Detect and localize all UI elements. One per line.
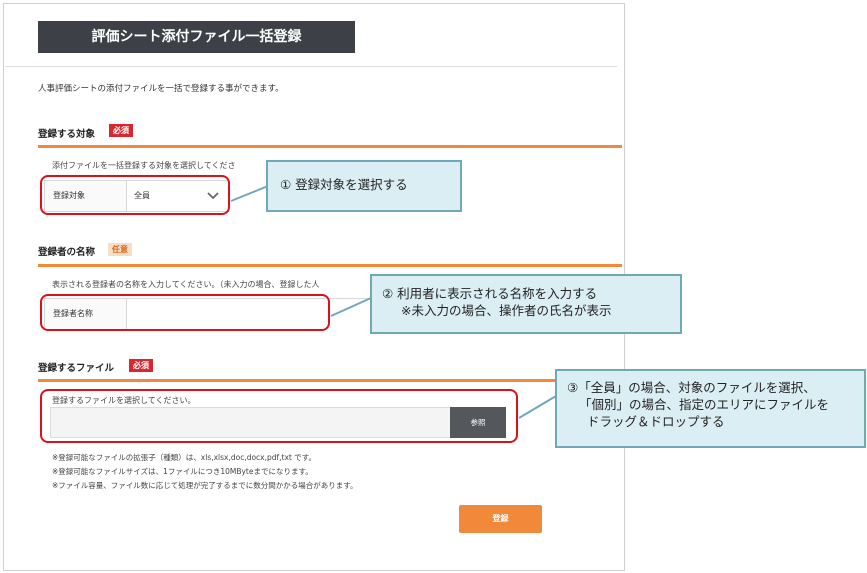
callout-1: ① 登録対象を選択する [266, 160, 462, 212]
highlight-file-area [40, 389, 518, 443]
page-title: 評価シート添付ファイル一括登録 [38, 21, 355, 53]
callout-3-line-2: 「個別」の場合、指定のエリアにファイルを [579, 397, 830, 412]
section-target-divider [38, 145, 622, 148]
section-target-hint: 添付ファイルを一括登録する対象を選択してくださ [52, 161, 236, 170]
highlight-name-input [40, 294, 330, 331]
page-description: 人事評価シートの添付ファイルを一括で登録する事ができます。 [38, 84, 284, 94]
file-note: ※ファイル容量、ファイル数に応じて処理が完了するまでに数分間かかる場合があります… [52, 481, 358, 490]
optional-badge: 任意 [108, 243, 132, 256]
divider [5, 66, 617, 67]
section-file-title: 登録するファイル [38, 363, 115, 374]
section-name-divider [38, 264, 622, 267]
section-name-hint: 表示される登録者の名称を入力してください。（未入力の場合、登録した人 [52, 280, 320, 289]
register-button[interactable]: 登録 [459, 505, 542, 533]
callout-2-line-2: ※未入力の場合、操作者の氏名が表示 [401, 303, 612, 318]
callout-1-text: ① 登録対象を選択する [280, 177, 408, 192]
highlight-target-select [40, 175, 230, 215]
section-name-title: 登録者の名称 [38, 247, 96, 258]
callout-3: ③「全員」の場合、対象のファイルを選択、 「個別」の場合、指定のエリアにファイル… [555, 369, 866, 448]
callout-3-line-3: ドラッグ＆ドロップする [587, 414, 725, 429]
callout-3-line-1: ③「全員」の場合、対象のファイルを選択、 [567, 380, 816, 395]
callout-2-line-1: ② 利用者に表示される名称を入力する [382, 286, 598, 301]
file-note: ※登録可能なファイルサイズは、1ファイルにつき10MByteまでになります。 [52, 467, 313, 476]
section-file-divider [38, 379, 622, 382]
callout-2: ② 利用者に表示される名称を入力する ※未入力の場合、操作者の氏名が表示 [370, 274, 682, 334]
required-badge: 必須 [129, 359, 153, 372]
required-badge: 必須 [109, 124, 133, 137]
section-target-title: 登録する対象 [38, 129, 96, 140]
file-note: ※登録可能なファイルの拡張子（種類）は、xls,xlsx,doc,docx,pd… [52, 453, 317, 462]
